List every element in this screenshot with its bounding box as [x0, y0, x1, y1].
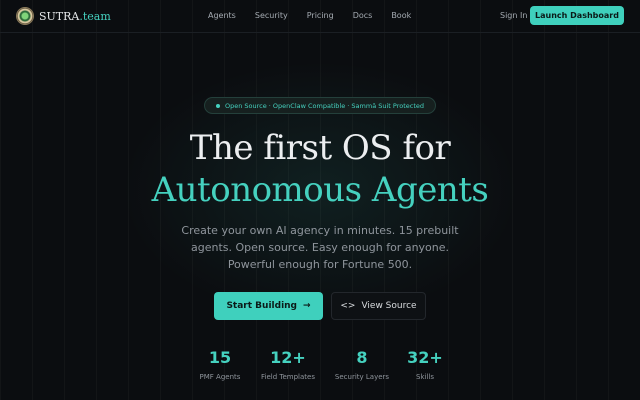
stat-security-layers: 8 Security Layers	[332, 348, 392, 381]
stat-skills: 32+ Skills	[404, 348, 446, 381]
stats-row: 15 PMF Agents 12+ Field Templates 8 Secu…	[0, 348, 640, 388]
stat-label: Skills	[416, 373, 434, 381]
nav-link-security[interactable]: Security	[255, 11, 288, 20]
logo-icon	[16, 7, 34, 25]
status-dot-icon	[215, 103, 220, 108]
stat-value: 32+	[407, 348, 443, 367]
feature-pill-text: Open Source · OpenClaw Compatible · Samm…	[224, 101, 425, 110]
launch-dashboard-button[interactable]: Launch Dashboard	[530, 6, 624, 25]
start-building-button[interactable]: Start Building →	[214, 292, 323, 320]
stat-value: 12+	[270, 348, 306, 367]
nav-link-pricing[interactable]: Pricing	[307, 11, 334, 20]
stat-label: Field Templates	[261, 373, 315, 381]
stat-field-templates: 12+ Field Templates	[256, 348, 320, 381]
code-icon: <>	[340, 301, 356, 311]
arrow-right-icon: →	[303, 301, 311, 311]
hero-title-line1: The first OS for	[189, 128, 451, 168]
hero-subtitle: Create your own AI agency in minutes. 15…	[181, 224, 459, 271]
nav-link-agents[interactable]: Agents	[208, 11, 236, 20]
nav-links: Agents Security Pricing Docs Book	[208, 11, 430, 20]
sign-in-link[interactable]: Sign In	[500, 11, 527, 20]
start-building-label: Start Building	[226, 301, 297, 311]
feature-pill: Open Source · OpenClaw Compatible · Samm…	[204, 97, 436, 114]
stat-label: PMF Agents	[199, 373, 241, 381]
top-nav: SUTRA.team Agents Security Pricing Docs …	[0, 0, 640, 33]
view-source-label: View Source	[361, 301, 417, 311]
stat-value: 15	[208, 348, 232, 367]
view-source-button[interactable]: <> View Source	[331, 292, 426, 320]
nav-link-book[interactable]: Book	[391, 11, 411, 20]
stat-label: Security Layers	[334, 373, 390, 381]
stat-value: 8	[356, 348, 368, 367]
brand-name: SUTRA.team	[39, 9, 111, 23]
stat-pmf-agents: 15 PMF Agents	[194, 348, 246, 381]
hero-title-line2: Autonomous Agents	[151, 170, 489, 210]
brand-logo[interactable]: SUTRA.team	[16, 7, 111, 25]
nav-link-docs[interactable]: Docs	[353, 11, 373, 20]
